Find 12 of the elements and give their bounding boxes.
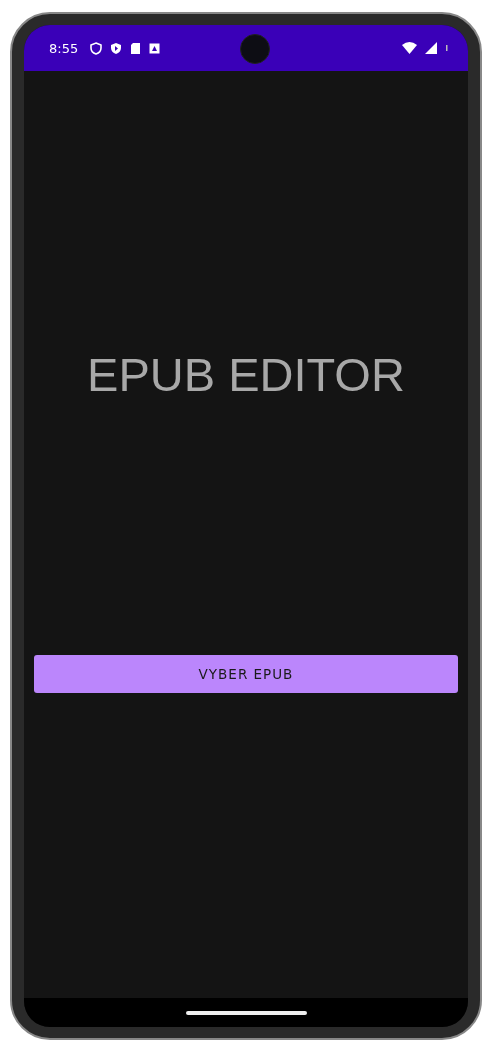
shield-icon — [90, 41, 103, 55]
home-handle[interactable] — [185, 1010, 307, 1015]
choose-epub-button[interactable]: VYBER EPUB — [34, 655, 458, 693]
shield-play-icon — [110, 41, 123, 55]
camera-icon — [240, 34, 270, 64]
sd-card-icon — [130, 41, 142, 55]
app-title: EPUB EDITOR — [87, 347, 405, 403]
status-time: 8:55 — [49, 40, 79, 56]
wifi-icon — [402, 42, 417, 54]
battery-icon — [445, 44, 448, 52]
signal-icon — [425, 42, 437, 54]
image-icon — [149, 42, 161, 54]
